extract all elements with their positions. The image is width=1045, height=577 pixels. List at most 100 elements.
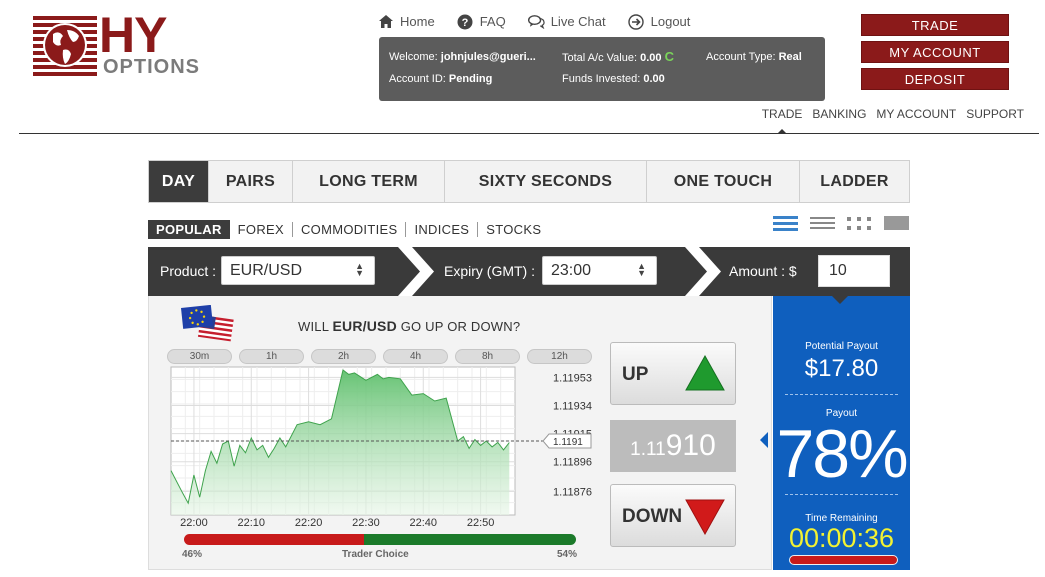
- category-stocks[interactable]: STOCKS: [478, 222, 549, 237]
- header-divider: [19, 133, 1039, 134]
- current-price-prefix: 1.11: [630, 439, 666, 460]
- funds-invested-value: 0.00: [643, 73, 665, 85]
- nav-faq-label: FAQ: [479, 14, 506, 29]
- my-account-button[interactable]: MY ACCOUNT: [861, 41, 1009, 63]
- current-price-tag-text: 1.1191: [553, 437, 583, 448]
- question-icon: ?: [457, 13, 474, 30]
- payout-tip: [832, 296, 848, 312]
- category-popular[interactable]: POPULAR: [148, 220, 230, 239]
- tab-one-touch[interactable]: ONE TOUCH: [647, 161, 800, 202]
- x-tick-label: 22:30: [352, 517, 380, 526]
- sub-nav: TRADE BANKING MY ACCOUNT SUPPORT: [762, 107, 1024, 134]
- payout-percent: 78%: [776, 416, 908, 492]
- amount-label: Amount : $: [729, 263, 797, 279]
- time-remaining-value: 00:00:36: [788, 523, 895, 553]
- nav-logout[interactable]: Logout: [628, 13, 691, 30]
- list-view-icon[interactable]: [810, 215, 835, 232]
- tab-long-term[interactable]: LONG TERM: [293, 161, 445, 202]
- tab-day[interactable]: DAY: [149, 161, 209, 202]
- tile-view-icon[interactable]: [884, 215, 909, 232]
- account-type-row: Account Type: Real: [706, 51, 802, 63]
- category-indices[interactable]: INDICES: [406, 222, 479, 237]
- total-row: Total A/c Value: 0.00 C: [562, 49, 674, 64]
- y-tick-label: 1.11876: [553, 486, 592, 498]
- nav-faq[interactable]: ? FAQ: [457, 13, 506, 30]
- subnav-support[interactable]: SUPPORT: [966, 107, 1024, 121]
- select-arrows-icon: ▲ ▼: [355, 261, 364, 278]
- account-type-value: Real: [778, 51, 802, 63]
- timeframe-30m[interactable]: 30m: [167, 349, 232, 364]
- total-value-label: Total A/c Value:: [562, 52, 638, 64]
- current-price-label: 1.1191: [542, 433, 592, 449]
- trader-choice-bar: [184, 534, 576, 545]
- refresh-icon[interactable]: C: [665, 49, 674, 64]
- timeframe-12h[interactable]: 12h: [527, 349, 592, 364]
- trade-panel: WILL EUR/USD GO UP OR DOWN? 30m 1h 2h 4h…: [148, 296, 772, 570]
- y-tick-label: 1.11934: [553, 400, 592, 412]
- timeframe-8h[interactable]: 8h: [455, 349, 520, 364]
- question-asset: EUR/USD: [332, 318, 397, 334]
- account-id-label: Account ID:: [389, 73, 446, 85]
- subnav-my-account[interactable]: MY ACCOUNT: [876, 107, 956, 121]
- potential-payout-label: Potential Payout: [805, 341, 878, 352]
- eur-usd-flag-icon: [181, 305, 234, 342]
- category-commodities[interactable]: COMMODITIES: [293, 222, 407, 237]
- up-button-label: UP: [622, 364, 649, 385]
- subnav-trade[interactable]: TRADE: [762, 107, 802, 134]
- current-price: 1.11910: [610, 420, 736, 472]
- logo[interactable]: HY OPTIONS: [33, 7, 223, 78]
- account-id-value: Pending: [448, 73, 493, 85]
- timeframe-1h[interactable]: 1h: [239, 349, 304, 364]
- timeframe-4h[interactable]: 4h: [383, 349, 448, 364]
- nav-live-chat[interactable]: Live Chat: [527, 13, 606, 30]
- single-view-icon[interactable]: [773, 215, 798, 232]
- asset-categories: POPULAR FOREX COMMODITIES INDICES STOCKS: [148, 220, 549, 239]
- amount-input[interactable]: 10: [818, 255, 890, 287]
- funds-invested-label: Funds Invested:: [562, 73, 641, 85]
- price-chart: 1.119531.119341.119151.118961.11876 22:0…: [170, 366, 592, 526]
- x-tick-label: 22:10: [238, 517, 266, 526]
- trader-choice-up-pct: 54%: [557, 549, 578, 560]
- total-value: 0.00: [640, 52, 662, 64]
- account-summary: Welcome: johnjules@gueri... Total A/c Va…: [379, 37, 825, 101]
- x-tick-label: 22:40: [410, 517, 438, 526]
- timeframe-2h[interactable]: 2h: [311, 349, 376, 364]
- tab-ladder[interactable]: LADDER: [800, 161, 909, 202]
- time-remaining-bar: [789, 555, 898, 565]
- chart-x-ticks: 22:00 22:10 22:20 22:30 22:40 22:50: [180, 517, 494, 526]
- nav-home[interactable]: Home: [377, 13, 435, 30]
- expiry-label: Expiry (GMT) :: [444, 263, 535, 279]
- x-tick-label: 22:20: [295, 517, 323, 526]
- up-button[interactable]: UP: [610, 342, 736, 405]
- trader-choice-up-fill: [364, 534, 576, 545]
- down-button[interactable]: DOWN: [610, 484, 736, 547]
- up-arrow-icon: [685, 355, 725, 391]
- grid-view-icon[interactable]: [847, 215, 872, 232]
- globe-logo-icon: [33, 14, 97, 76]
- y-tick-label: 1.11953: [553, 372, 592, 384]
- nav-logout-label: Logout: [650, 14, 691, 29]
- payout-divider: [785, 494, 898, 495]
- welcome-label: Welcome:: [389, 51, 438, 63]
- nav-live-chat-label: Live Chat: [550, 14, 606, 29]
- trade-question: WILL EUR/USD GO UP OR DOWN?: [298, 318, 520, 334]
- trade-settings-bar: Product : EUR/USD ▲ ▼ Expiry (GMT) : 23:0…: [148, 247, 910, 296]
- x-tick-label: 22:50: [467, 517, 495, 526]
- category-forex[interactable]: FOREX: [230, 222, 293, 237]
- chat-icon: [527, 13, 545, 30]
- home-icon: [377, 13, 394, 30]
- chevron-right-icon: [685, 247, 721, 296]
- question-suffix: GO UP OR DOWN?: [400, 319, 521, 334]
- tab-sixty-seconds[interactable]: SIXTY SECONDS: [445, 161, 647, 202]
- potential-payout-value: $17.80: [804, 355, 879, 382]
- trade-type-tabs: DAY PAIRS LONG TERM SIXTY SECONDS ONE TO…: [148, 160, 910, 203]
- product-label: Product :: [160, 263, 217, 279]
- tab-pairs[interactable]: PAIRS: [209, 161, 293, 202]
- deposit-button[interactable]: DEPOSIT: [861, 68, 1009, 90]
- welcome-user: johnjules@gueri...: [440, 51, 536, 63]
- trade-button[interactable]: TRADE: [861, 14, 1009, 36]
- subnav-banking[interactable]: BANKING: [812, 107, 866, 121]
- product-select[interactable]: EUR/USD ▲ ▼: [221, 256, 375, 285]
- expiry-select[interactable]: 23:00 ▲ ▼: [542, 256, 657, 285]
- trader-choice-down-pct: 46%: [182, 549, 203, 560]
